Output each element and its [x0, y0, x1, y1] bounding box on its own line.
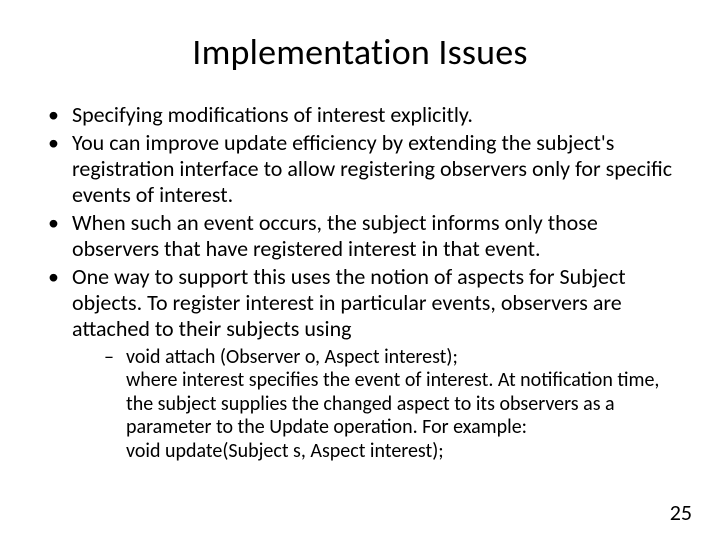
- bullet-text: You can improve update efficiency by ext…: [72, 129, 672, 208]
- bullet-item: You can improve update efficiency by ext…: [48, 130, 680, 208]
- bullet-item: When such an event occurs, the subject i…: [48, 210, 680, 262]
- slide-title: Implementation Issues: [40, 30, 680, 74]
- bullet-list: Specifying modifications of interest exp…: [48, 102, 680, 464]
- bullet-text: One way to support this uses the notion …: [72, 263, 626, 342]
- bullet-text: When such an event occurs, the subject i…: [72, 209, 598, 262]
- page-number: 25: [670, 499, 692, 526]
- sub-bullet-list: void attach (Observer o, Aspect interest…: [104, 346, 680, 464]
- sub-bullet-text: where interest specifies the event of in…: [126, 368, 659, 439]
- code-line: void attach (Observer o, Aspect interest…: [126, 345, 458, 369]
- bullet-item: Specifying modifications of interest exp…: [48, 102, 680, 128]
- code-line: void update(Subject s, Aspect interest);: [126, 439, 444, 463]
- bullet-item: One way to support this uses the notion …: [48, 264, 680, 464]
- bullet-text: Specifying modifications of interest exp…: [72, 101, 473, 128]
- slide: Implementation Issues Specifying modific…: [0, 0, 720, 540]
- sub-bullet-item: void attach (Observer o, Aspect interest…: [104, 346, 680, 464]
